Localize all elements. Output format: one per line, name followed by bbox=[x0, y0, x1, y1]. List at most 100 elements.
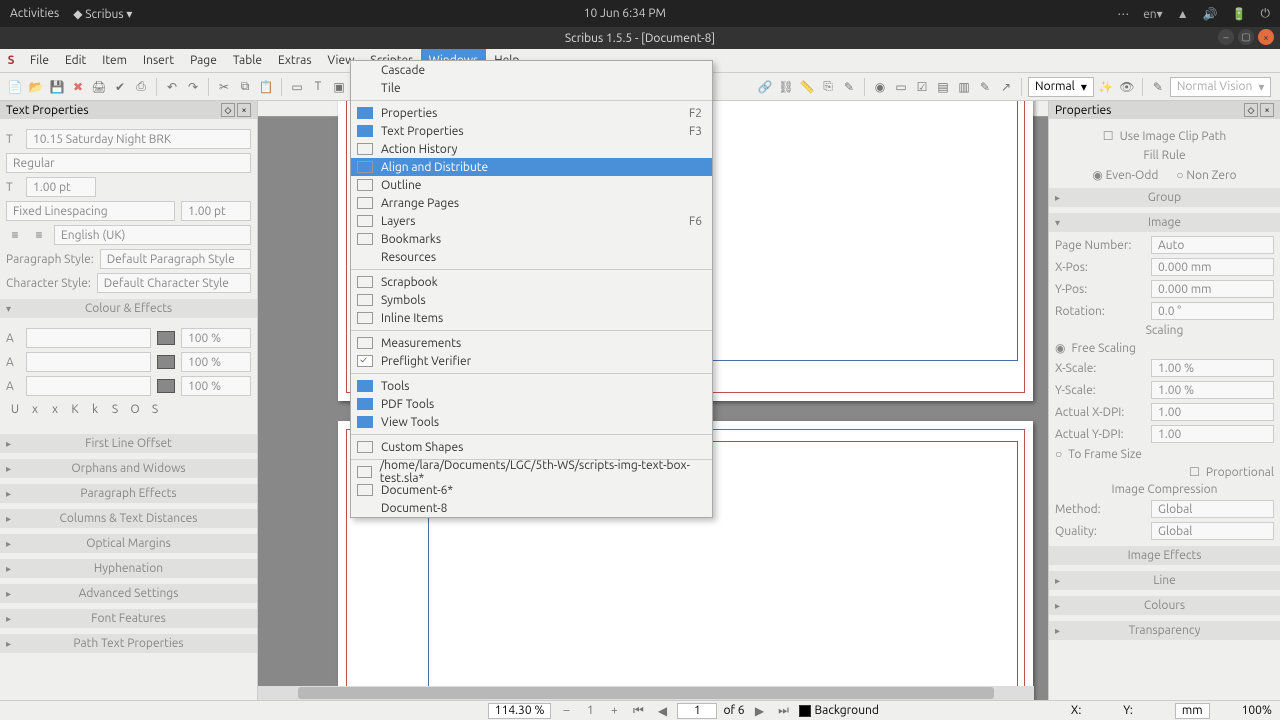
radio-icon[interactable]: ◉ bbox=[1092, 169, 1102, 182]
current-page-input[interactable]: 1 bbox=[677, 703, 717, 719]
section-paragraph-effects[interactable]: ▸Paragraph Effects bbox=[0, 484, 257, 503]
font-style-select[interactable]: Regular bbox=[6, 153, 251, 173]
pdf-list-icon[interactable]: ▥ bbox=[955, 78, 973, 96]
menu-item-scrapbook[interactable]: Scrapbook bbox=[351, 273, 712, 291]
menu-item-measurements[interactable]: Measurements bbox=[351, 334, 712, 352]
menu-item-tools[interactable]: Tools bbox=[351, 377, 712, 395]
section-font-features[interactable]: ▸Font Features bbox=[0, 609, 257, 628]
yscale-input[interactable]: 1.00 % bbox=[1151, 381, 1274, 399]
menu-item-document-8[interactable]: Document-8 bbox=[351, 499, 712, 517]
cut-icon[interactable]: ✂ bbox=[215, 78, 233, 96]
menu-file[interactable]: File bbox=[22, 49, 57, 72]
linespacing-type-select[interactable]: Fixed Linespacing bbox=[6, 201, 175, 221]
measure-icon[interactable]: 📏 bbox=[798, 78, 816, 96]
panel-close-button[interactable]: × bbox=[1260, 103, 1274, 117]
page-number-input[interactable]: Auto bbox=[1151, 236, 1274, 254]
compression-quality-select[interactable]: Global bbox=[1151, 522, 1274, 540]
menu-page[interactable]: Page bbox=[182, 49, 225, 72]
zoom-in-icon[interactable]: + bbox=[605, 702, 623, 720]
font-size-input[interactable]: 1.00 pt bbox=[26, 177, 96, 197]
menu-table[interactable]: Table bbox=[225, 49, 270, 72]
menu-item-arrange-pages[interactable]: Arrange Pages bbox=[351, 194, 712, 212]
fill-opacity-input[interactable]: 100 % bbox=[181, 328, 251, 348]
stroke-colour-select[interactable] bbox=[26, 352, 151, 372]
preview-mode-select[interactable]: Normal▾ bbox=[1028, 77, 1094, 97]
image-effects-button[interactable]: Image Effects bbox=[1049, 546, 1280, 565]
section-optical-margins[interactable]: ▸Optical Margins bbox=[0, 534, 257, 553]
menu-item-action-history[interactable]: Action History bbox=[351, 140, 712, 158]
horizontal-scrollbar[interactable] bbox=[258, 686, 1034, 700]
next-page-icon[interactable]: ▶ bbox=[751, 702, 769, 720]
xscale-input[interactable]: 1.00 % bbox=[1151, 359, 1274, 377]
panel-float-button[interactable]: ◇ bbox=[221, 103, 235, 117]
menu-item--home-lara-documents-lgc-5th-w[interactable]: /home/lara/Documents/LGC/5th-WS/scripts-… bbox=[351, 463, 712, 481]
zoom-100-icon[interactable]: 1 bbox=[581, 702, 599, 720]
menu-item-preflight-verifier[interactable]: Preflight Verifier bbox=[351, 352, 712, 370]
fx-underline-icon[interactable]: U bbox=[6, 400, 24, 418]
pdf-icon[interactable]: ⎙ bbox=[132, 78, 150, 96]
radio-icon[interactable]: ○ bbox=[1055, 447, 1062, 461]
section-hyphenation[interactable]: ▸Hyphenation bbox=[0, 559, 257, 578]
line-section[interactable]: ▸Line bbox=[1049, 571, 1280, 590]
layer-select[interactable]: Background bbox=[799, 704, 879, 717]
pdf-text-icon[interactable]: ▭ bbox=[892, 78, 910, 96]
pdf-combo-icon[interactable]: ▤ bbox=[934, 78, 952, 96]
select-icon[interactable]: ▭ bbox=[288, 78, 306, 96]
menu-insert[interactable]: Insert bbox=[135, 49, 182, 72]
colours-section[interactable]: ▸Colours bbox=[1049, 596, 1280, 615]
section-first-line-offset[interactable]: ▸First Line Offset bbox=[0, 434, 257, 453]
unit-select[interactable]: mm bbox=[1175, 703, 1210, 719]
group-section[interactable]: ▸Group bbox=[1049, 188, 1280, 207]
menu-item-custom-shapes[interactable]: Custom Shapes bbox=[351, 438, 712, 456]
open-icon[interactable]: 📂 bbox=[27, 78, 45, 96]
stroke-opacity-input[interactable]: 100 % bbox=[181, 352, 251, 372]
menu-item-view-tools[interactable]: View Tools bbox=[351, 413, 712, 431]
linespacing-value-input[interactable]: 1.00 pt bbox=[181, 201, 251, 221]
menu-item-document-6-[interactable]: Document-6* bbox=[351, 481, 712, 499]
ypos-input[interactable]: 0.000 mm bbox=[1151, 280, 1274, 298]
fx-allcaps-icon[interactable]: K bbox=[66, 400, 84, 418]
panel-close-button[interactable]: × bbox=[237, 103, 251, 117]
menu-item-resources[interactable]: Resources bbox=[351, 248, 712, 266]
menu-item-align-and-distribute[interactable]: Align and Distribute bbox=[351, 158, 712, 176]
fill-swatch[interactable] bbox=[157, 331, 175, 345]
pdf-check-icon[interactable]: ☑ bbox=[913, 78, 931, 96]
transparency-section[interactable]: ▸Transparency bbox=[1049, 621, 1280, 640]
menu-item-layers[interactable]: LayersF6 bbox=[351, 212, 712, 230]
toggle-cms-icon[interactable]: ✨ bbox=[1097, 78, 1115, 96]
stroke-swatch[interactable] bbox=[157, 355, 175, 369]
pdf-link-icon[interactable]: ↗ bbox=[997, 78, 1015, 96]
language-select[interactable]: English (UK) bbox=[54, 225, 251, 245]
fx-shadow-icon[interactable]: S bbox=[146, 400, 164, 418]
redo-icon[interactable]: ↷ bbox=[184, 78, 202, 96]
xpos-input[interactable]: 0.000 mm bbox=[1151, 258, 1274, 276]
panel-float-button[interactable]: ◇ bbox=[1244, 103, 1258, 117]
lang-indicator[interactable]: en▾ bbox=[1143, 7, 1163, 21]
image-frame-icon[interactable]: ▣ bbox=[330, 78, 348, 96]
battery-icon[interactable]: 🔋 bbox=[1232, 7, 1247, 21]
link-icon[interactable]: 🔗 bbox=[756, 78, 774, 96]
maximize-button[interactable]: ▢ bbox=[1238, 29, 1254, 45]
section-advanced-settings[interactable]: ▸Advanced Settings bbox=[0, 584, 257, 603]
close-button[interactable]: × bbox=[1258, 29, 1274, 45]
copy-icon[interactable]: ⧉ bbox=[236, 78, 254, 96]
volume-icon[interactable]: 🔊 bbox=[1203, 7, 1218, 21]
bg-swatch[interactable] bbox=[157, 379, 175, 393]
power-icon[interactable]: ⏻ bbox=[1261, 7, 1271, 21]
pdf-annot-icon[interactable]: ✎ bbox=[976, 78, 994, 96]
last-page-icon[interactable]: ⏭ bbox=[775, 702, 793, 720]
preview-icon[interactable]: 👁 bbox=[1118, 78, 1136, 96]
menu-item-outline[interactable]: Outline bbox=[351, 176, 712, 194]
print-icon[interactable]: 🖨 bbox=[90, 78, 108, 96]
menu-item-tile[interactable]: Tile bbox=[351, 79, 712, 97]
fx-smallcaps-icon[interactable]: k bbox=[86, 400, 104, 418]
preflight-icon[interactable]: ✔ bbox=[111, 78, 129, 96]
image-section[interactable]: ▾Image bbox=[1049, 213, 1280, 232]
section-path-text-properties[interactable]: ▸Path Text Properties bbox=[0, 634, 257, 653]
menu-item-symbols[interactable]: Symbols bbox=[351, 291, 712, 309]
save-icon[interactable]: 💾 bbox=[48, 78, 66, 96]
fx-strike-icon[interactable]: S bbox=[106, 400, 124, 418]
prev-page-icon[interactable]: ◀ bbox=[653, 702, 671, 720]
checkbox-icon[interactable]: ☐ bbox=[1189, 465, 1200, 479]
bg-opacity-input[interactable]: 100 % bbox=[181, 376, 251, 396]
